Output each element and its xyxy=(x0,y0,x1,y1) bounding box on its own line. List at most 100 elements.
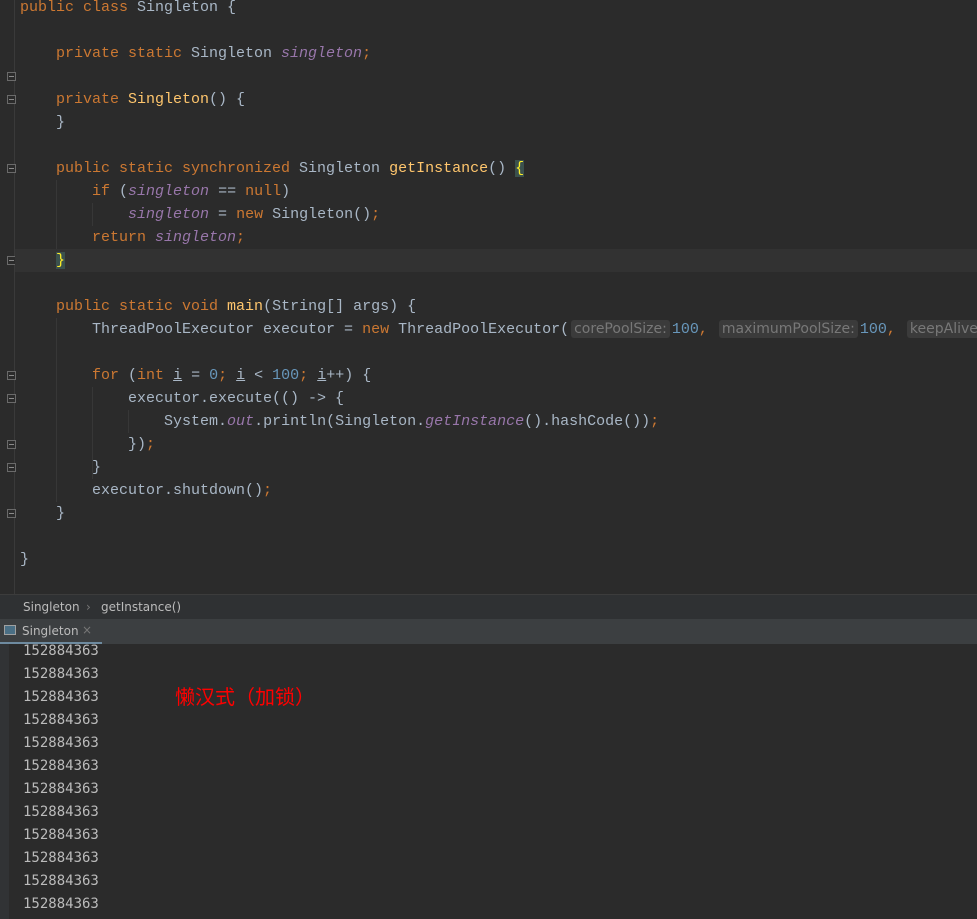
code-token: ( xyxy=(128,366,138,384)
fold-toggle-icon[interactable] xyxy=(7,439,16,449)
code-line: if (singleton == null) xyxy=(20,180,290,203)
code-token: , xyxy=(886,320,905,338)
code-token: singleton xyxy=(128,205,210,223)
breadcrumb-item-method[interactable]: getInstance() xyxy=(101,595,181,619)
code-token: getInstance xyxy=(389,159,489,177)
code-token: Singleton { xyxy=(137,0,237,16)
code-token: singleton xyxy=(155,228,237,246)
code-token: Singleton() xyxy=(272,205,372,223)
code-line: } xyxy=(20,548,29,571)
code-token: 100 xyxy=(671,320,699,338)
fold-toggle-icon[interactable] xyxy=(7,94,16,104)
console-line: 152884363 xyxy=(23,666,99,682)
code-line: } xyxy=(20,502,65,525)
code-token: public static void xyxy=(20,297,228,315)
code-token: i xyxy=(173,366,183,384)
console-line: 152884363 xyxy=(23,850,99,866)
code-token: singleton xyxy=(281,44,363,62)
code-token: ().hashCode()) xyxy=(524,412,651,430)
code-token: for xyxy=(20,366,129,384)
code-line: } xyxy=(20,456,101,479)
fold-toggle-icon[interactable] xyxy=(7,163,16,173)
code-token: () { xyxy=(209,90,246,108)
code-token: = xyxy=(209,205,237,223)
code-token: Singleton xyxy=(299,159,390,177)
code-line: private static Singleton singleton; xyxy=(20,42,371,65)
code-token: () xyxy=(488,159,516,177)
fold-toggle-icon[interactable] xyxy=(7,370,16,380)
code-line: } xyxy=(20,111,65,134)
code-token: singleton xyxy=(128,182,210,200)
fold-toggle-icon[interactable] xyxy=(7,462,16,472)
code-line: ThreadPoolExecutor executor = new Thread… xyxy=(20,318,977,341)
code-token: == xyxy=(209,182,246,200)
code-line: executor.execute(() -> { xyxy=(20,387,344,410)
code-token: new xyxy=(362,320,399,338)
code-token: executor.shutdown() xyxy=(20,481,264,499)
code-token: ThreadPoolExecutor executor = xyxy=(20,320,363,338)
code-token: getInstance xyxy=(425,412,525,430)
current-line-highlight xyxy=(15,248,977,272)
console-output[interactable]: 152884363 152884363 152884363 152884363 1528… xyxy=(0,643,977,919)
breadcrumb-separator: › xyxy=(86,600,91,614)
code-token: executor.execute(() -> { xyxy=(20,389,345,407)
code-token: , xyxy=(698,320,717,338)
code-token: ( xyxy=(119,182,129,200)
code-token: ; xyxy=(650,412,660,430)
code-token: Singleton xyxy=(191,44,282,62)
close-icon[interactable]: × xyxy=(82,623,92,637)
console-line: 152884363 xyxy=(23,781,99,797)
code-token: ; xyxy=(263,481,273,499)
code-line: private Singleton() { xyxy=(20,88,245,111)
console-line: 152884363 xyxy=(23,712,99,728)
code-line: public class Singleton { xyxy=(20,0,236,19)
code-token: } xyxy=(20,504,66,522)
fold-toggle-icon[interactable] xyxy=(7,508,16,518)
fold-toggle-icon[interactable] xyxy=(7,393,16,403)
console-icon xyxy=(4,625,16,635)
code-token: private xyxy=(20,90,129,108)
code-line: for (int i = 0; i < 100; i++) { xyxy=(20,364,371,387)
code-token: ; xyxy=(362,44,372,62)
code-token: private static xyxy=(20,44,192,62)
code-line: }); xyxy=(20,433,155,456)
code-line: System.out.println(Singleton.getInstance… xyxy=(20,410,659,433)
parameter-hint: corePoolSize: xyxy=(571,319,670,338)
parameter-hint: maximumPoolSize: xyxy=(718,319,858,338)
code-token: new xyxy=(236,205,273,223)
code-editor[interactable]: public class Singleton { private static … xyxy=(0,0,977,594)
code-token: 100 xyxy=(272,366,300,384)
code-line: singleton = new Singleton(); xyxy=(20,203,380,226)
code-token: } xyxy=(20,550,30,568)
code-token: out xyxy=(227,412,255,430)
breadcrumb: Singleton › getInstance() xyxy=(0,594,977,619)
breadcrumb-item-class[interactable]: Singleton xyxy=(23,595,80,619)
code-token: ThreadPoolExecutor( xyxy=(398,320,570,338)
code-token: } xyxy=(20,458,102,476)
code-line: public static void main(String[] args) { xyxy=(20,295,416,318)
code-token: ; xyxy=(371,205,381,223)
fold-toggle-icon[interactable] xyxy=(7,71,16,81)
console-line: 152884363 xyxy=(23,827,99,843)
parameter-hint: keepAliveTime: xyxy=(906,319,977,338)
code-token: (String[] args) { xyxy=(263,297,417,315)
code-token: Singleton xyxy=(128,90,210,108)
code-token: public class xyxy=(20,0,138,16)
code-token: ; xyxy=(218,366,237,384)
code-token: 100 xyxy=(859,320,887,338)
code-token: int xyxy=(137,366,174,384)
code-token: main xyxy=(227,297,264,315)
code-line: } xyxy=(20,249,66,272)
code-token: public static synchronized xyxy=(20,159,300,177)
code-token: } xyxy=(20,113,66,131)
code-token: System. xyxy=(20,412,228,430)
code-token: i xyxy=(317,366,327,384)
code-token: return xyxy=(20,228,156,246)
gutter xyxy=(0,0,16,594)
code-token: ++) { xyxy=(326,366,372,384)
tab-label: Singleton xyxy=(22,624,79,638)
annotation-text: 懒汉式（加锁） xyxy=(175,685,315,709)
code-line: public static synchronized Singleton get… xyxy=(20,157,525,180)
